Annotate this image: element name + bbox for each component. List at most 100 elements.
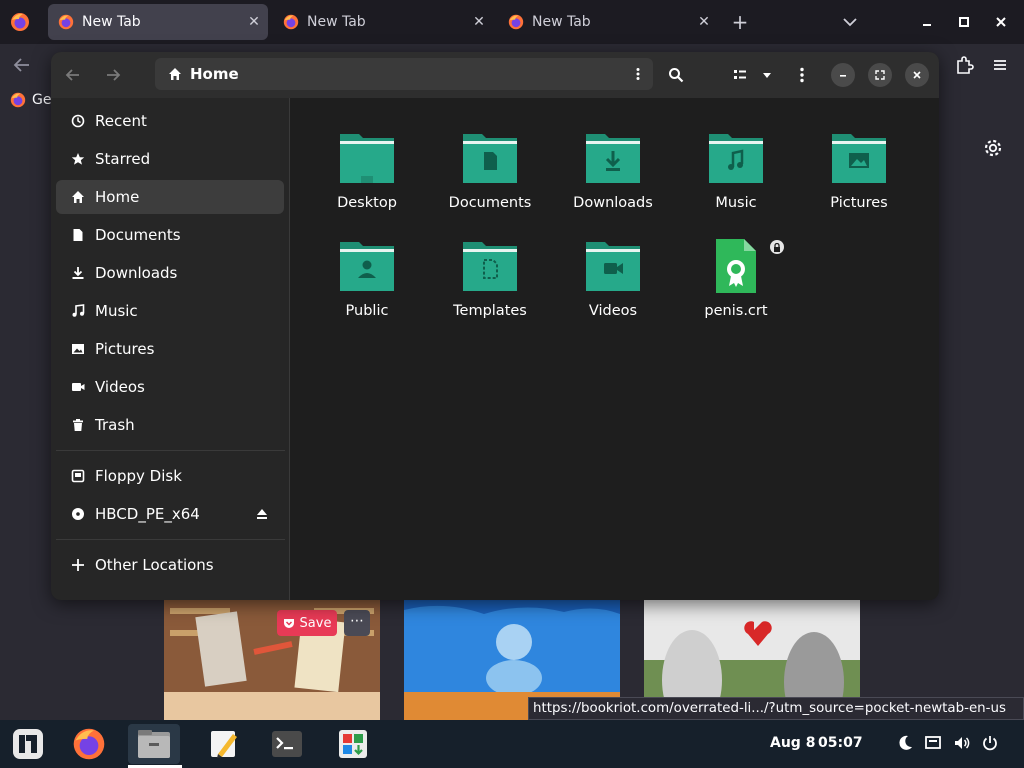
- night-light-moon-icon[interactable]: [896, 734, 914, 752]
- file-name: Pictures: [830, 195, 888, 211]
- sidebar-item-other-locations[interactable]: Other Locations: [56, 548, 284, 582]
- folder-documents[interactable]: Documents: [435, 122, 545, 222]
- tab-list-chevron-icon[interactable]: [838, 12, 862, 32]
- sidebar-item-label: Home: [95, 188, 140, 206]
- places-sidebar: Recent Starred Home Documents Downloads …: [51, 98, 290, 600]
- file-name: Videos: [588, 303, 638, 319]
- folder-downloads[interactable]: Downloads: [558, 122, 668, 222]
- sidebar-item-label: Recent: [95, 112, 147, 130]
- taskbar-terminal[interactable]: [267, 724, 307, 764]
- back-arrow-icon[interactable]: [10, 53, 36, 77]
- folder-desktop[interactable]: Desktop: [312, 122, 422, 222]
- firefox-menu-icon[interactable]: [10, 12, 30, 32]
- sidebar-item-recent[interactable]: Recent: [56, 104, 284, 138]
- sidebar-divider: [56, 539, 285, 540]
- path-label: Home: [190, 65, 239, 83]
- taskbar-file-manager[interactable]: [128, 724, 180, 764]
- power-icon[interactable]: [981, 734, 999, 752]
- file-penis-crt[interactable]: penis.crt: [681, 230, 791, 330]
- save-label: Save: [299, 615, 332, 631]
- gear-icon[interactable]: [982, 137, 1004, 159]
- document-icon: [70, 227, 86, 243]
- back-button[interactable]: [57, 60, 89, 90]
- sidebar-item-documents[interactable]: Documents: [56, 218, 284, 252]
- tab-label: New Tab: [82, 14, 141, 30]
- folder-templates[interactable]: Templates: [435, 230, 545, 330]
- taskbar-text-editor[interactable]: [204, 724, 244, 764]
- file-name: Documents: [448, 195, 532, 211]
- browser-tab-1[interactable]: New Tab ✕: [48, 4, 268, 40]
- file-name: Public: [345, 303, 389, 319]
- browser-close-button[interactable]: [988, 9, 1014, 35]
- folder-music-icon: [706, 128, 766, 188]
- folder-public-icon: [337, 236, 397, 296]
- link-status-url: https://bookriot.com/overrated-li.../?ut…: [528, 697, 1024, 720]
- view-list-icon[interactable]: [727, 60, 753, 90]
- browser-tab-3[interactable]: New Tab ✕: [498, 4, 718, 40]
- video-icon: [70, 379, 86, 395]
- volume-icon[interactable]: [953, 734, 971, 752]
- clock-date[interactable]: Aug 8: [770, 735, 815, 751]
- app-menu-button[interactable]: [8, 724, 48, 764]
- path-menu-icon[interactable]: [623, 67, 653, 81]
- sidebar-item-label: Pictures: [95, 340, 155, 358]
- fm-maximize-button[interactable]: [868, 63, 892, 87]
- sidebar-item-downloads[interactable]: Downloads: [56, 256, 284, 290]
- forward-button[interactable]: [97, 60, 129, 90]
- music-icon: [70, 303, 86, 319]
- taskbar-firefox[interactable]: [69, 724, 109, 764]
- trash-icon: [70, 417, 86, 433]
- file-name: Downloads: [573, 195, 653, 211]
- folder-templates-icon: [460, 236, 520, 296]
- browser-tab-2[interactable]: New Tab ✕: [273, 4, 493, 40]
- tab-close-icon[interactable]: ✕: [690, 8, 718, 36]
- path-bar[interactable]: Home: [155, 58, 653, 90]
- sidebar-item-pictures[interactable]: Pictures: [56, 332, 284, 366]
- clock-time[interactable]: 05:07: [818, 735, 863, 751]
- sidebar-item-home[interactable]: Home: [56, 180, 284, 214]
- sidebar-item-starred[interactable]: Starred: [56, 142, 284, 176]
- search-button[interactable]: [663, 60, 689, 90]
- main-menu-icon[interactable]: [789, 60, 815, 90]
- folder-desktop-icon: [337, 128, 397, 188]
- view-options-chevron-icon[interactable]: [757, 60, 777, 90]
- disc-icon: [70, 506, 86, 522]
- sidebar-item-trash[interactable]: Trash: [56, 408, 284, 442]
- file-name: Music: [715, 195, 757, 211]
- save-to-pocket-button[interactable]: Save: [277, 610, 337, 636]
- file-manager-header: Home: [51, 52, 939, 98]
- sidebar-item-label: Starred: [95, 150, 151, 168]
- network-icon[interactable]: [924, 734, 942, 752]
- certificate-file-icon: [706, 236, 784, 296]
- fm-close-button[interactable]: [905, 63, 929, 87]
- firefox-icon: [508, 14, 524, 30]
- sidebar-item-floppy-disk[interactable]: Floppy Disk: [56, 459, 284, 493]
- sidebar-item-label: Other Locations: [95, 556, 214, 574]
- eject-icon[interactable]: [254, 506, 270, 522]
- sidebar-item-hbcd[interactable]: HBCD_PE_x64: [56, 497, 284, 531]
- clock-icon: [70, 113, 86, 129]
- taskbar-software-store[interactable]: [333, 724, 373, 764]
- browser-maximize-button[interactable]: [951, 9, 977, 35]
- sidebar-item-videos[interactable]: Videos: [56, 370, 284, 404]
- browser-minimize-button[interactable]: [914, 9, 940, 35]
- folder-public[interactable]: Public: [312, 230, 422, 330]
- hamburger-menu-icon[interactable]: [988, 53, 1012, 77]
- card-more-options-button[interactable]: ⋯: [344, 610, 370, 636]
- folder-videos[interactable]: Videos: [558, 230, 668, 330]
- tab-close-icon[interactable]: ✕: [465, 8, 493, 36]
- folder-downloads-icon: [583, 128, 643, 188]
- extensions-icon[interactable]: [952, 53, 976, 77]
- sidebar-item-music[interactable]: Music: [56, 294, 284, 328]
- browser-tab-bar: New Tab ✕ New Tab ✕ New Tab ✕ +: [0, 0, 1024, 44]
- folder-music[interactable]: Music: [681, 122, 791, 222]
- pocket-icon: [283, 617, 295, 629]
- fm-minimize-button[interactable]: [831, 63, 855, 87]
- bookmark-item[interactable]: Ge: [10, 92, 51, 108]
- home-icon: [168, 67, 182, 81]
- new-tab-button[interactable]: +: [726, 10, 754, 34]
- drive-icon: [70, 468, 86, 484]
- tab-close-icon[interactable]: ✕: [240, 8, 268, 36]
- folder-pictures[interactable]: Pictures: [804, 122, 914, 222]
- tab-label: New Tab: [532, 14, 591, 30]
